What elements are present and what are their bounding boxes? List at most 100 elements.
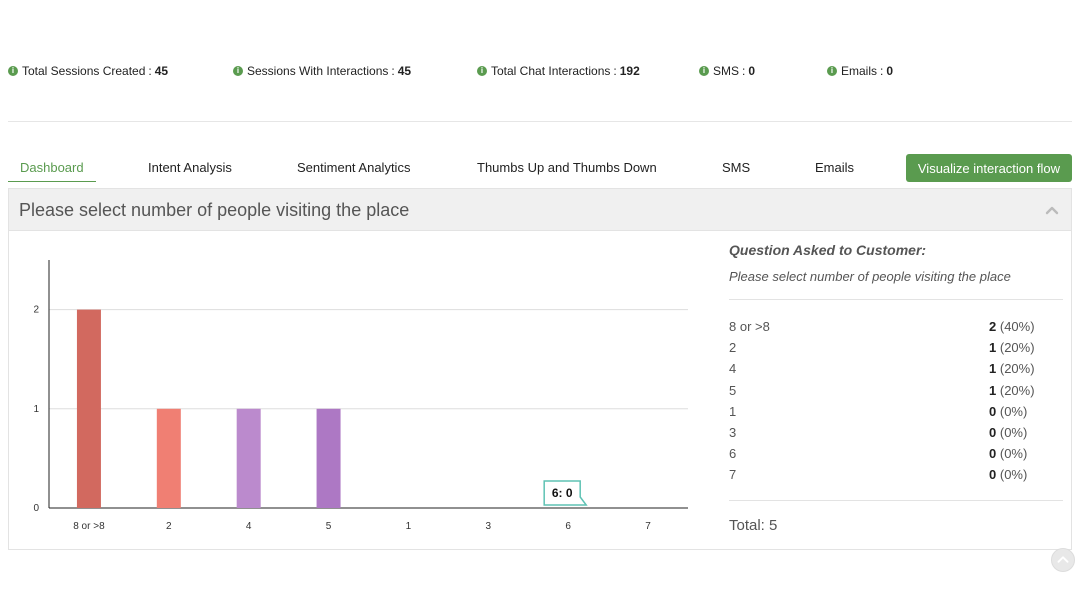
answer-label: 2 bbox=[729, 340, 737, 356]
tab-sentiment-analytics[interactable]: Sentiment Analytics bbox=[297, 154, 410, 182]
chevron-up-icon[interactable] bbox=[1045, 203, 1059, 217]
answer-count-value: 0 bbox=[989, 446, 997, 462]
x-tick-label: 4 bbox=[246, 521, 252, 532]
scroll-top-button[interactable] bbox=[1051, 548, 1075, 572]
info-circle-icon: i bbox=[699, 66, 709, 76]
answer-label: 6 bbox=[729, 446, 737, 462]
stat-label: SMS bbox=[713, 64, 740, 78]
scroll-top-icon bbox=[1057, 556, 1069, 563]
answer-percent: (20%) bbox=[999, 361, 1035, 377]
stat-separator: : bbox=[148, 64, 152, 78]
y-tick-label: 1 bbox=[33, 404, 39, 415]
stat-label: Total Chat Interactions bbox=[491, 64, 611, 78]
answer-percent: (0%) bbox=[999, 467, 1028, 483]
answer-row: 1 0 (0%) bbox=[729, 404, 1063, 425]
stat-item: i Sessions With Interactions:45 bbox=[233, 64, 411, 78]
tab-intent-analysis[interactable]: Intent Analysis bbox=[148, 154, 232, 182]
stat-separator: : bbox=[742, 64, 746, 78]
stat-value: 45 bbox=[397, 64, 412, 78]
stat-value: 192 bbox=[619, 64, 640, 78]
answer-row: 8 or >8 2 (40%) bbox=[729, 319, 1063, 340]
answer-percent: (0%) bbox=[999, 403, 1028, 419]
stat-item: i Total Sessions Created:45 bbox=[8, 64, 168, 78]
answer-count-value: 2 bbox=[989, 319, 997, 334]
x-tick-label: 5 bbox=[326, 521, 332, 532]
question-heading: Question Asked to Customer: bbox=[729, 242, 927, 258]
answer-count: 1 (20%) bbox=[989, 340, 1035, 355]
answer-percent: (20%) bbox=[999, 382, 1035, 398]
question-panel: Please select number of people visiting … bbox=[8, 188, 1072, 550]
answer-count-value: 1 bbox=[989, 340, 997, 356]
stat-label: Sessions With Interactions bbox=[247, 64, 389, 78]
answer-row: 2 1 (20%) bbox=[729, 340, 1063, 361]
x-tick-label: 2 bbox=[166, 521, 172, 532]
answer-percent: (40%) bbox=[999, 319, 1035, 334]
x-tick-label: 6 bbox=[565, 521, 571, 532]
answer-count-value: 0 bbox=[989, 424, 997, 440]
bar bbox=[316, 408, 341, 508]
stat-item: i SMS:0 bbox=[699, 64, 755, 78]
bar-chart-svg: 0 1 2 8 or >8 2 4 5 1 3 6 7 6: 0 bbox=[33, 260, 688, 532]
stat-label: Emails bbox=[841, 64, 878, 78]
answer-count: 1 (20%) bbox=[989, 383, 1035, 398]
answer-row: 3 0 (0%) bbox=[729, 425, 1063, 446]
tab-emails[interactable]: Emails bbox=[815, 154, 854, 182]
tab-sms[interactable]: SMS bbox=[722, 154, 750, 182]
answer-count: 2 (40%) bbox=[989, 319, 1035, 334]
answer-row: 4 1 (20%) bbox=[729, 361, 1063, 382]
stat-value: 0 bbox=[886, 64, 894, 78]
stat-item: i Emails:0 bbox=[827, 64, 893, 78]
x-tick-label: 8 or >8 bbox=[73, 521, 105, 532]
total-count: Total: 5 bbox=[729, 517, 778, 534]
answer-label: 3 bbox=[729, 424, 737, 440]
info-circle-icon: i bbox=[827, 66, 837, 76]
tab-thumbs-up-and-thumbs-down[interactable]: Thumbs Up and Thumbs Down bbox=[477, 154, 657, 182]
info-circle-icon: i bbox=[477, 66, 487, 76]
answer-count-value: 1 bbox=[989, 361, 997, 377]
x-tick-label: 3 bbox=[486, 521, 492, 532]
tab-dashboard[interactable]: Dashboard bbox=[8, 154, 96, 182]
answer-count: 0 (0%) bbox=[989, 467, 1027, 482]
stat-label: Total Sessions Created bbox=[22, 64, 146, 78]
bar bbox=[236, 408, 261, 508]
bar bbox=[76, 309, 101, 508]
answer-count-value: 0 bbox=[989, 403, 997, 419]
stat-value: 0 bbox=[748, 64, 756, 78]
stat-value: 45 bbox=[154, 64, 169, 78]
visualize-interaction-flow-button[interactable]: Visualize interaction flow bbox=[905, 154, 1072, 182]
info-circle-icon: i bbox=[233, 66, 243, 76]
y-tick-label: 0 bbox=[33, 503, 39, 514]
answer-row: 7 0 (0%) bbox=[729, 467, 1063, 488]
bar bbox=[156, 408, 181, 508]
summary-divider-top bbox=[729, 299, 1063, 300]
answer-count: 0 (0%) bbox=[989, 425, 1027, 440]
answer-percent: (0%) bbox=[999, 446, 1028, 462]
answer-label: 1 bbox=[729, 403, 737, 419]
answer-label: 5 bbox=[729, 382, 737, 398]
panel-title: Please select number of people visiting … bbox=[19, 200, 410, 220]
answer-label: 7 bbox=[729, 467, 737, 483]
bar-chart: 0 1 2 8 or >8 2 4 5 1 3 6 7 6: 0 bbox=[9, 232, 709, 550]
answer-row: 6 0 (0%) bbox=[729, 446, 1063, 467]
question-summary: Question Asked to Customer: Please selec… bbox=[729, 232, 1063, 550]
answer-list: 8 or >8 2 (40%) 2 1 (20%) 4 1 (20%) 5 1 (20%) 1 0… bbox=[729, 319, 1063, 489]
info-circle-icon: i bbox=[8, 66, 18, 76]
answer-count: 0 (0%) bbox=[989, 404, 1027, 419]
tooltip-label: 6: 0 bbox=[552, 486, 573, 500]
answer-count: 1 (20%) bbox=[989, 361, 1035, 376]
answer-count: 0 (0%) bbox=[989, 446, 1027, 461]
answer-percent: (20%) bbox=[999, 340, 1035, 356]
divider bbox=[8, 121, 1072, 122]
panel-header[interactable]: Please select number of people visiting … bbox=[9, 189, 1071, 231]
answer-count-value: 0 bbox=[989, 467, 997, 483]
stat-separator: : bbox=[391, 64, 395, 78]
stats-bar: i Total Sessions Created:45 i Sessions With… bbox=[8, 64, 1072, 82]
stat-separator: : bbox=[613, 64, 617, 78]
answer-percent: (0%) bbox=[999, 424, 1028, 440]
y-tick-label: 2 bbox=[33, 305, 39, 316]
question-text: Please select number of people visiting … bbox=[729, 269, 1011, 284]
tab-bar: Dashboard Intent Analysis Sentiment Analyt… bbox=[8, 154, 1072, 182]
x-tick-label: 7 bbox=[645, 521, 651, 532]
answer-row: 5 1 (20%) bbox=[729, 383, 1063, 404]
answer-label: 4 bbox=[729, 361, 737, 377]
